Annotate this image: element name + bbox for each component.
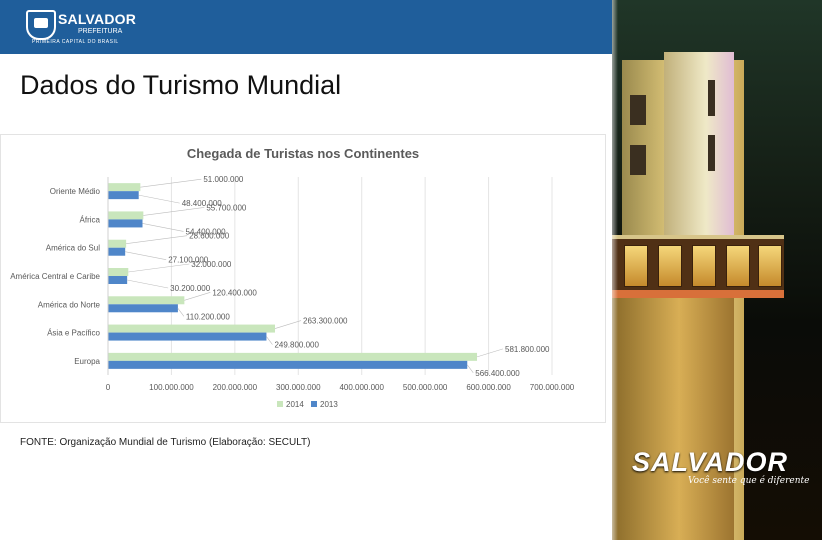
data-label: 30.200.000	[170, 284, 211, 293]
leader-line	[126, 235, 188, 245]
leader-line	[142, 223, 184, 232]
category-label: África	[80, 215, 101, 224]
bar-2013	[108, 247, 126, 256]
tower-window	[630, 95, 646, 125]
slide-title: Dados do Turismo Mundial	[20, 70, 342, 100]
leader-line	[274, 320, 302, 329]
bar-2013	[108, 276, 128, 284]
tower-window	[708, 80, 715, 116]
lit-window	[692, 245, 716, 287]
leader-line	[476, 348, 504, 358]
x-tick-label: 500.000.000	[403, 383, 448, 392]
salvador-brand-logo: SALVADOR	[632, 447, 789, 477]
category-label: Europa	[74, 357, 100, 366]
lit-window	[726, 245, 750, 287]
leader-line	[143, 207, 205, 216]
legend-label: 2014	[286, 400, 304, 409]
category-label: Ásia e Pacífico	[47, 329, 100, 338]
legend-label: 2013	[320, 400, 338, 409]
x-tick-label: 100.000.000	[149, 383, 194, 392]
bar-2013	[108, 219, 143, 228]
data-label: 566.400.000	[475, 369, 520, 378]
bar-2014	[108, 268, 129, 276]
data-label: 249.800.000	[274, 341, 319, 350]
x-tick-label: 700.000.000	[530, 383, 575, 392]
data-label: 32.000.000	[191, 260, 232, 269]
data-label: 51.000.000	[203, 175, 244, 184]
bar-2014	[108, 296, 185, 305]
logo-subtitle: PREFEITURA	[78, 28, 123, 35]
coat-of-arms-icon	[26, 10, 56, 40]
data-label: 581.800.000	[505, 345, 550, 354]
chart-title: Chegada de Turistas nos Continentes	[187, 146, 419, 161]
x-tick-label: 600.000.000	[466, 383, 511, 392]
logo-name: SALVADOR	[58, 11, 137, 27]
bar-2013	[108, 360, 468, 369]
bar-2014	[108, 183, 141, 192]
bar-chart: Chegada de Turistas nos Continentes 0 100.…	[10, 146, 575, 409]
tower-window	[708, 135, 715, 171]
data-label: 263.300.000	[303, 317, 348, 326]
photo-divider	[612, 0, 618, 540]
leader-line	[184, 291, 211, 301]
source-note: FONTE: Organização Mundial de Turismo (E…	[20, 437, 311, 448]
bar-2014	[108, 324, 276, 333]
leader-line	[140, 178, 202, 188]
leader-line	[266, 336, 273, 345]
leader-line	[138, 194, 180, 204]
tower-base-shape	[612, 298, 734, 540]
bar-2013	[108, 332, 267, 341]
balcony-rail	[612, 290, 784, 298]
lit-window	[758, 245, 782, 287]
bar-2013	[108, 191, 139, 200]
category-label: Oriente Médio	[50, 187, 101, 196]
brand-slogan: Você sente que é diferente	[688, 476, 810, 486]
leader-line	[177, 308, 185, 317]
logo-tagline: PRIMEIRA CAPITAL DO BRASIL	[32, 39, 119, 45]
elevador-lacerda-photo: SALVADOR Você sente que é diferente	[612, 0, 822, 540]
x-tick-label: 0	[106, 383, 111, 392]
data-label: 110.200.000	[186, 312, 230, 321]
leader-line	[127, 279, 169, 289]
leader-line	[125, 251, 167, 261]
legend-swatch	[277, 401, 283, 407]
lit-window	[624, 245, 648, 287]
data-label: 120.400.000	[212, 288, 257, 297]
lit-window	[658, 245, 682, 287]
x-tick-label: 200.000.000	[213, 383, 258, 392]
bar-2014	[108, 239, 127, 248]
category-label: América Central e Caribe	[10, 272, 100, 281]
tower-top-shape	[664, 52, 734, 242]
data-label: 28.600.000	[189, 232, 230, 241]
bar-2014	[108, 352, 478, 361]
bar-2013	[108, 304, 178, 313]
leader-line	[128, 263, 190, 273]
leader-line	[467, 364, 474, 374]
x-tick-label: 300.000.000	[276, 383, 321, 392]
salvador-logo: SALVADOR PREFEITURA PRIMEIRA CAPITAL DO …	[26, 8, 136, 48]
category-label: América do Norte	[38, 300, 101, 309]
legend-swatch	[311, 401, 317, 407]
category-label: América do Sul	[46, 244, 100, 253]
bar-2014	[108, 211, 144, 220]
data-label: 55.700.000	[206, 203, 247, 212]
header-bar: SALVADOR PREFEITURA PRIMEIRA CAPITAL DO …	[0, 0, 615, 54]
x-tick-label: 400.000.000	[339, 383, 384, 392]
tower-window	[630, 145, 646, 175]
chart-panel: Chegada de Turistas nos Continentes 0 100.…	[0, 134, 606, 423]
